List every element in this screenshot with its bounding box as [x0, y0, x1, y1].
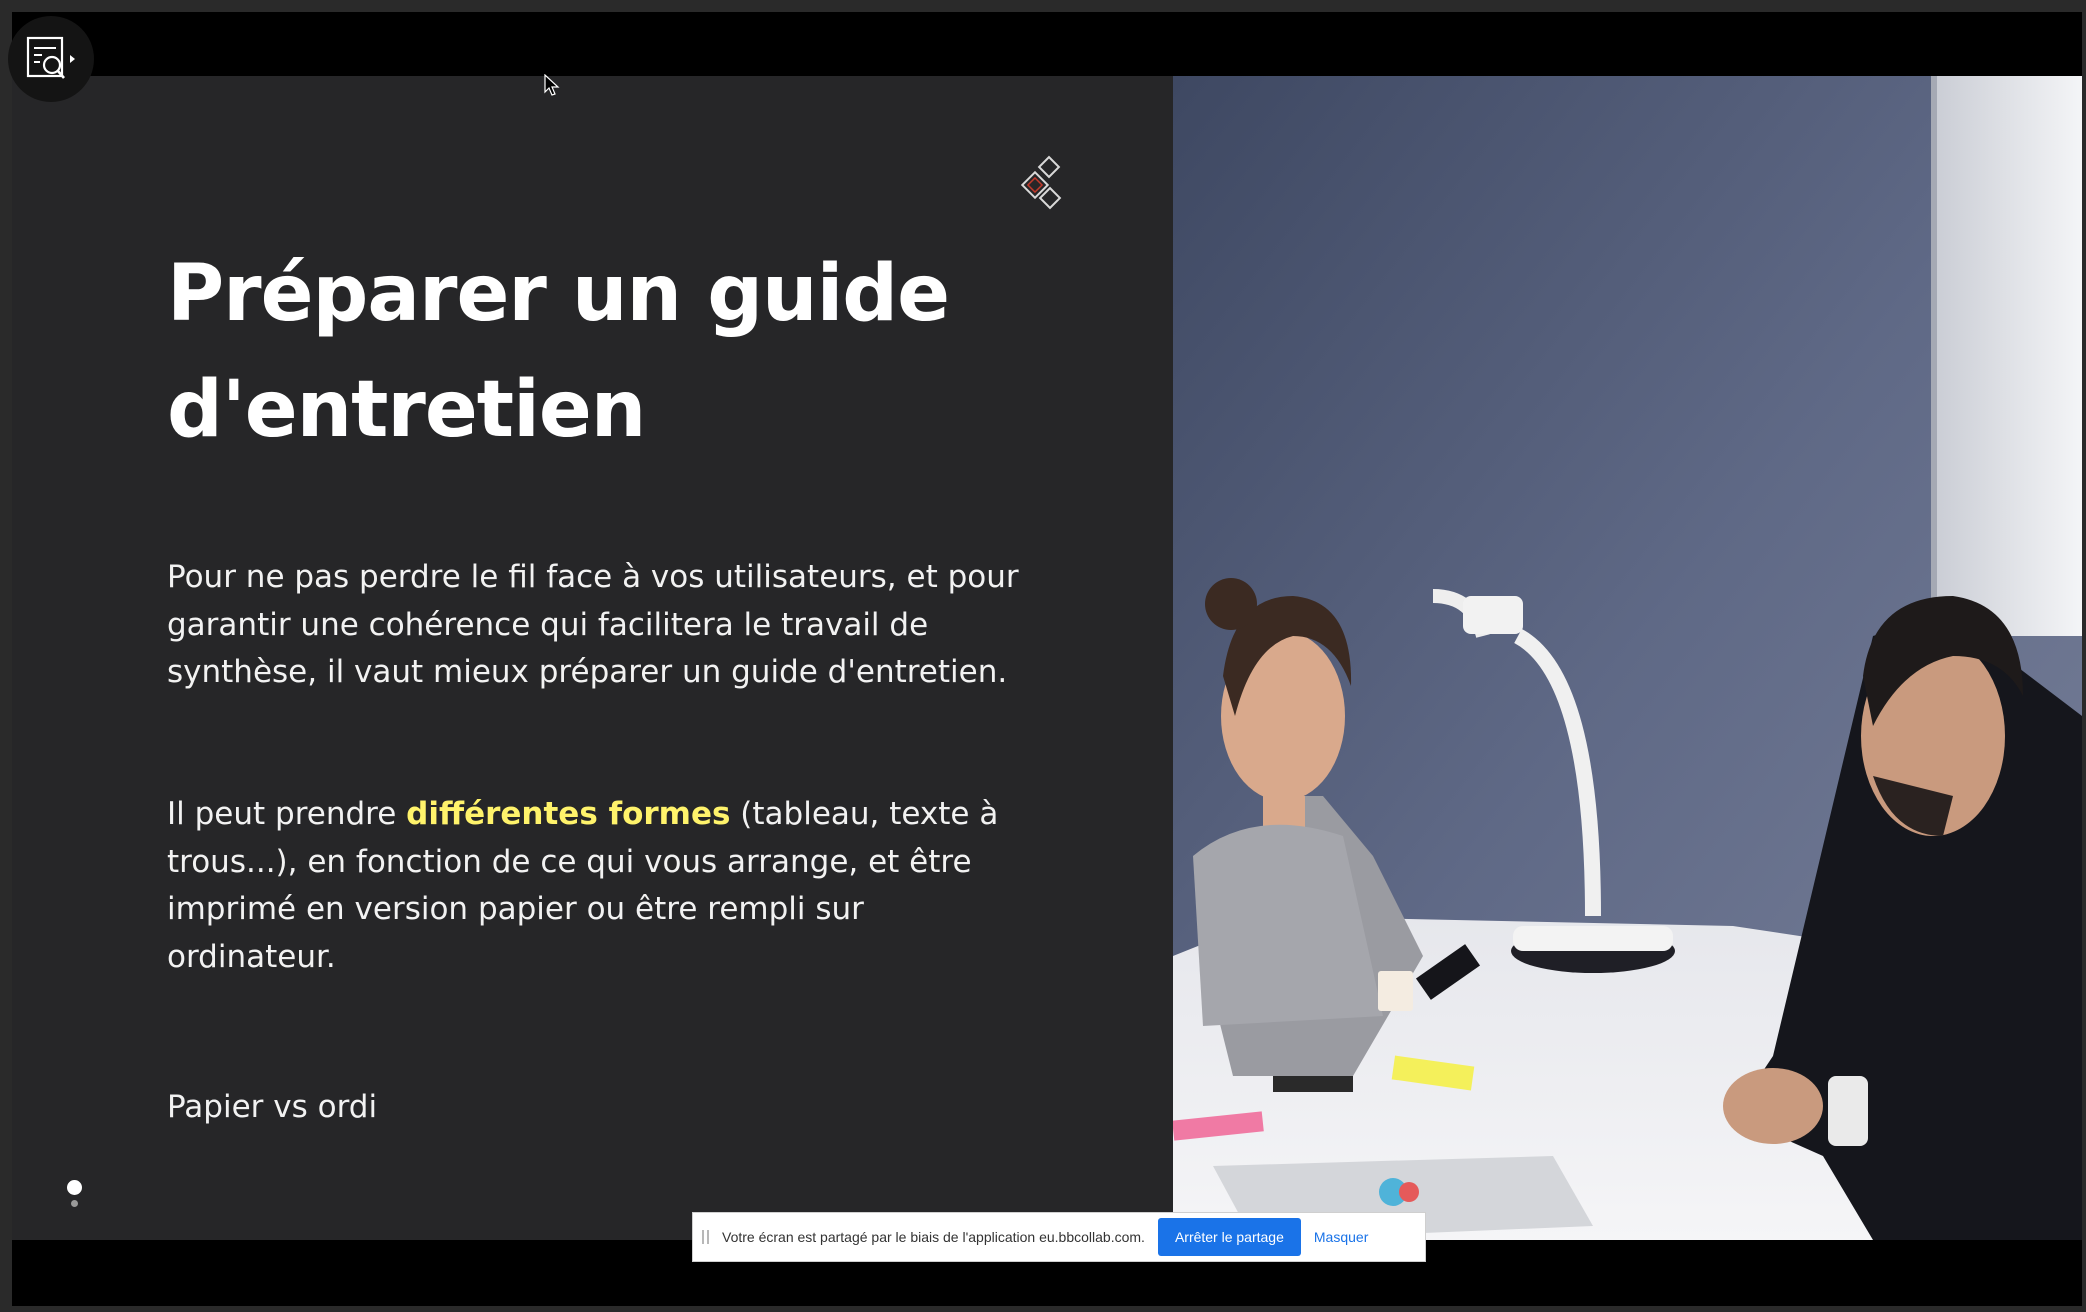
share-message: Votre écran est partagé par le biais de … [722, 1229, 1145, 1245]
paragraph-2-start: Il peut prendre [167, 796, 407, 832]
stop-sharing-button[interactable]: Arrêter le partage [1157, 1218, 1301, 1256]
slide-title-line2: d'entretien [167, 365, 646, 455]
search-document-icon [26, 36, 75, 79]
mouse-cursor-icon [544, 73, 560, 102]
slide-paragraph-2: Il peut prendre différentes formes (tabl… [167, 791, 1027, 981]
slide-paragraph-3: Papier vs ordi [167, 1089, 378, 1125]
photo-illustration [1173, 76, 2082, 1240]
screen-share-frame: Préparer un guide d'entretien Pour ne pa… [12, 12, 2082, 1306]
drag-handle-icon[interactable] [702, 1227, 716, 1247]
slide-title-line1: Préparer un guide [167, 249, 950, 339]
slide-text-panel: Préparer un guide d'entretien Pour ne pa… [12, 76, 1173, 1240]
screen-share-banner: Votre écran est partagé par le biais de … [692, 1212, 1426, 1262]
slide-progress-dot-current[interactable] [67, 1180, 82, 1195]
slide-paragraph-1: Pour ne pas perdre le fil face à vos uti… [167, 559, 1019, 690]
diamond-logo-icon [1016, 154, 1080, 222]
hide-banner-link[interactable]: Masquer [1314, 1229, 1368, 1245]
slide-progress-dot[interactable] [71, 1200, 78, 1207]
search-document-tool-button[interactable] [8, 16, 94, 102]
interview-photo [1173, 76, 2082, 1240]
slide-title: Préparer un guide d'entretien [167, 236, 1067, 468]
highlighted-text: différentes formes [406, 796, 731, 832]
top-bar [12, 12, 2082, 76]
